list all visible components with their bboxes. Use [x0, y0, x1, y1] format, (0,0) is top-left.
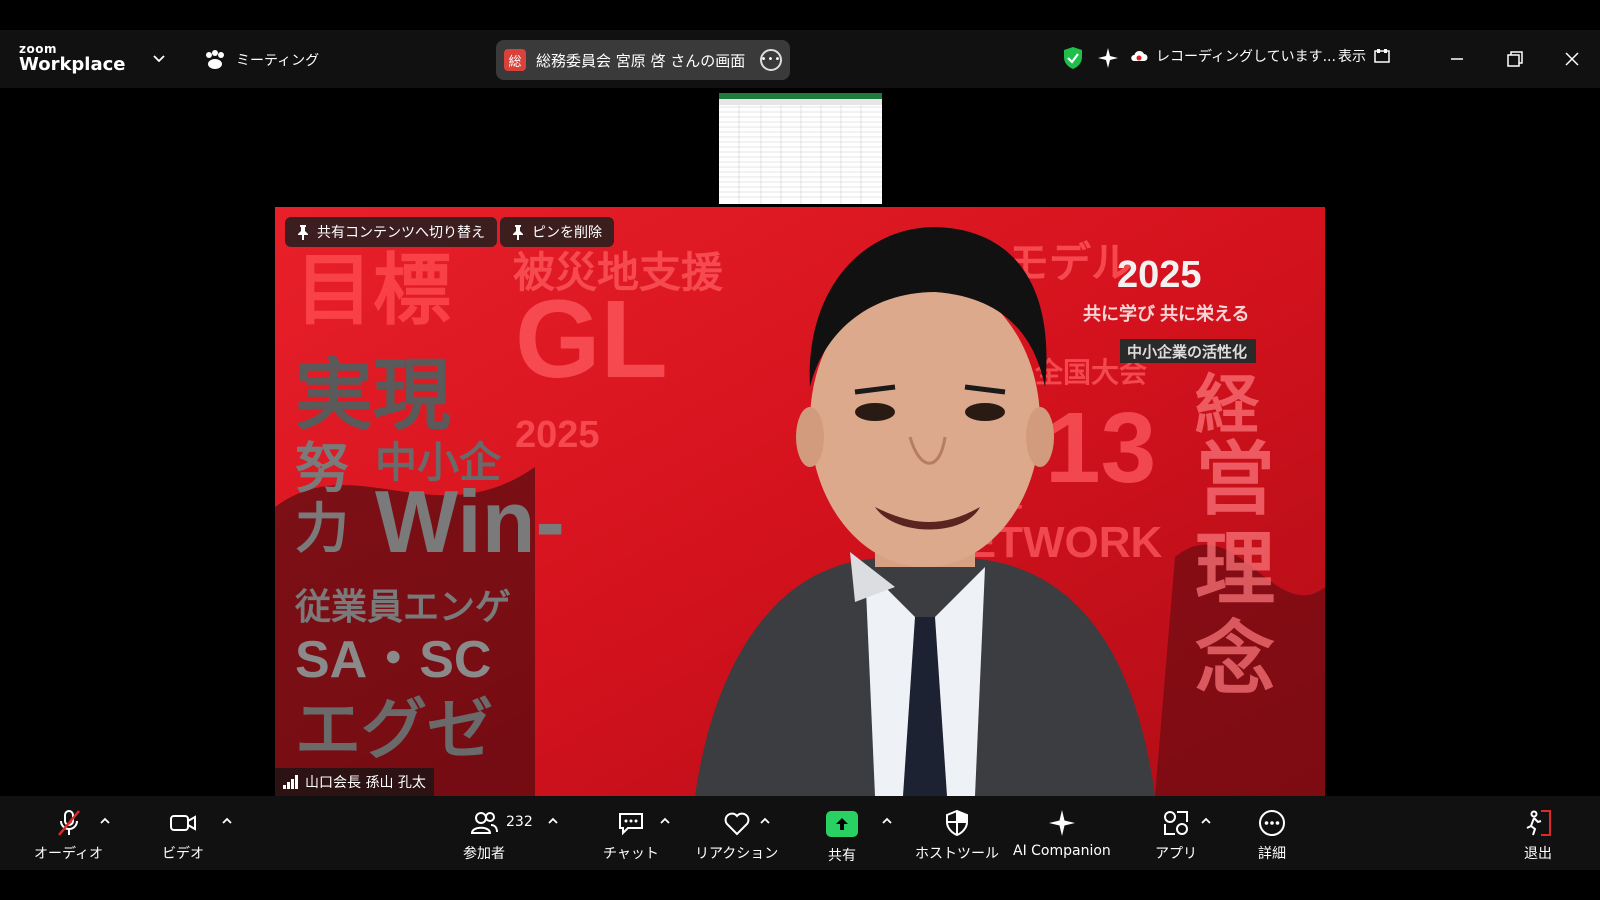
audio-options-chevron-icon[interactable]: [98, 814, 112, 828]
apps-icon: [1164, 811, 1188, 835]
cloud-recording-icon: [1131, 50, 1148, 61]
grid-view-icon: [1374, 49, 1390, 63]
screen-share-banner[interactable]: 総 総務委員会 宮原 啓 さんの画面 •••: [496, 40, 790, 80]
bg-word: GL: [515, 278, 668, 401]
ai-sparkle-icon: [1048, 810, 1075, 836]
video-camera-icon: [170, 815, 196, 831]
bg-word: エグゼ: [295, 692, 493, 766]
bg-word: SA・SC: [295, 631, 491, 689]
chat-button[interactable]: チャット: [603, 808, 659, 863]
video-options-chevron-icon[interactable]: [220, 814, 234, 828]
ai-sparkle-icon[interactable]: [1096, 46, 1120, 70]
participants-options-chevron-icon[interactable]: [546, 814, 560, 828]
active-speaker-video[interactable]: 被災地支援 GL 2025 スモデル 13 NETWORK 育成 向上 全国大会…: [275, 207, 1325, 796]
leave-door-icon: [1526, 810, 1551, 836]
meeting-paw-icon: [206, 50, 224, 69]
ai-companion-label: AI Companion: [1013, 843, 1111, 859]
speaker-video-image: 被災地支援 GL 2025 スモデル 13 NETWORK 育成 向上 全国大会…: [275, 207, 1325, 796]
spreadsheet-thumbnail-image: [719, 93, 882, 204]
microphone-muted-icon: [57, 810, 80, 836]
pin-icon: [298, 225, 308, 240]
logo-workplace-text: Workplace: [19, 54, 126, 75]
leave-meeting-button[interactable]: 退出: [1523, 808, 1553, 863]
pin-icon: [513, 225, 523, 240]
svg-text:努: 努: [295, 439, 349, 499]
recording-status[interactable]: レコーディングしています...: [1130, 46, 1336, 66]
share-options-chevron-icon[interactable]: [880, 814, 894, 828]
encryption-shield-icon[interactable]: [1062, 46, 1084, 70]
audio-button[interactable]: オーディオ: [34, 808, 103, 863]
chat-label: チャット: [603, 846, 659, 862]
bg-word: 目標: [295, 246, 451, 334]
bg-word: 2025: [515, 414, 600, 456]
more-button[interactable]: 詳細: [1257, 808, 1287, 863]
bg-word: 13: [1045, 392, 1156, 504]
participants-icon: [470, 812, 498, 834]
bg-word: 中小企業の活性化: [1127, 343, 1247, 361]
signal-strength-icon: [283, 775, 298, 789]
participants-label: 参加者: [463, 846, 505, 862]
share-screen-button[interactable]: 共有: [826, 808, 858, 865]
bg-word: 共に学び 共に栄える: [1083, 303, 1249, 324]
apps-button[interactable]: アプリ: [1155, 808, 1197, 863]
bg-word: 実現: [295, 351, 451, 439]
switch-to-shared-content-button[interactable]: 共有コンテンツへ切り替え: [285, 217, 497, 247]
apps-options-chevron-icon[interactable]: [1199, 814, 1213, 828]
participants-count: 232: [506, 814, 533, 830]
view-menu[interactable]: 表示: [1338, 46, 1390, 66]
participant-name: 山口会長 孫山 孔太: [305, 775, 426, 791]
host-tools-button[interactable]: ホストツール: [915, 808, 999, 863]
share-banner-text: 総務委員会 宮原 啓 さんの画面: [536, 51, 746, 70]
meeting-menu[interactable]: ミーティング: [204, 50, 319, 70]
heart-icon: [724, 812, 750, 836]
reactions-options-chevron-icon[interactable]: [758, 814, 772, 828]
video-label: ビデオ: [162, 846, 204, 862]
svg-text:従業員エンゲ: 従業員エンゲ: [294, 586, 511, 627]
close-icon[interactable]: [1560, 47, 1584, 71]
apps-label: アプリ: [1155, 846, 1197, 862]
host-shield-icon: [946, 809, 968, 837]
minimize-icon[interactable]: [1445, 47, 1469, 71]
reactions-label: リアクション: [695, 846, 779, 862]
chat-bubble-icon: [618, 813, 643, 836]
share-label: 共有: [828, 848, 856, 864]
host-tools-label: ホストツール: [915, 846, 999, 862]
zoom-logo[interactable]: zoom Workplace: [19, 43, 126, 74]
share-screen-icon: [826, 811, 858, 837]
title-bar: zoom Workplace ミーティング 総 総務委員会 宮原 啓 さんの画面…: [0, 30, 1600, 88]
audio-label: オーディオ: [34, 846, 104, 862]
switch-to-shared-content-label: 共有コンテンツへ切り替え: [317, 225, 485, 241]
more-dots-icon: [1259, 810, 1285, 836]
svg-text:理: 理: [1195, 525, 1275, 614]
meeting-label: ミーティング: [236, 53, 320, 69]
chat-options-chevron-icon[interactable]: [658, 814, 672, 828]
svg-text:念: 念: [1195, 615, 1275, 704]
bg-word: 2025: [1117, 254, 1202, 296]
recording-text: レコーディングしています...: [1156, 49, 1336, 65]
ai-companion-button[interactable]: AI Companion: [1013, 808, 1111, 859]
participant-name-tag: 山口会長 孫山 孔太: [275, 768, 434, 796]
participants-button[interactable]: 参加者: [463, 808, 505, 863]
security-icons: [1062, 46, 1120, 70]
video-button[interactable]: ビデオ: [162, 808, 204, 863]
more-label: 詳細: [1258, 846, 1286, 862]
sharer-badge: 総: [504, 49, 526, 71]
more-options-icon[interactable]: •••: [760, 49, 782, 71]
svg-text:Win-: Win-: [375, 472, 565, 571]
remove-pin-label: ピンを削除: [532, 225, 602, 241]
restore-icon[interactable]: [1503, 47, 1527, 71]
shared-screen-thumbnail[interactable]: [719, 93, 882, 204]
leave-label: 退出: [1524, 846, 1552, 862]
meeting-controls-toolbar: オーディオ ビデオ 参加者 232 チャット リアクション 共有 ホストツール …: [0, 796, 1600, 870]
chevron-down-icon[interactable]: [152, 52, 166, 66]
svg-text:経: 経: [1195, 369, 1260, 441]
svg-text:営: 営: [1195, 435, 1275, 524]
view-label: 表示: [1338, 49, 1366, 65]
svg-text:力: 力: [295, 499, 349, 559]
remove-pin-button[interactable]: ピンを削除: [500, 217, 614, 247]
